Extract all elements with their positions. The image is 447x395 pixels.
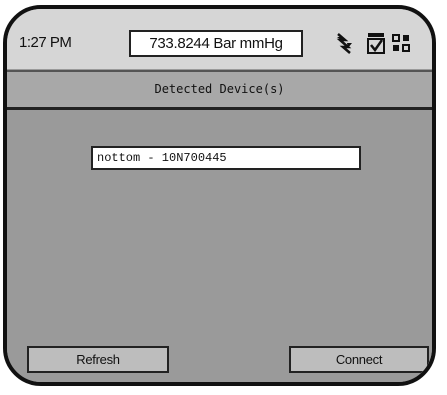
- main-content: nottom - 10N700445 Refresh Connect: [7, 110, 432, 382]
- device-frame: 1:27 PM 733.8244 Bar mmHg Detected Devic…: [3, 5, 436, 386]
- checkmark-icon[interactable]: [365, 31, 387, 55]
- title-bar: Detected Device(s): [7, 70, 432, 110]
- page-title: Detected Device(s): [154, 82, 285, 96]
- pressure-reading: 733.8244 Bar mmHg: [129, 30, 303, 57]
- device-list[interactable]: nottom - 10N700445: [91, 146, 361, 170]
- refresh-button[interactable]: Refresh: [27, 346, 169, 373]
- connect-button[interactable]: Connect: [289, 346, 429, 373]
- list-item[interactable]: nottom - 10N700445: [97, 151, 227, 165]
- clock: 1:27 PM: [19, 34, 72, 51]
- status-bar: 1:27 PM 733.8244 Bar mmHg: [7, 9, 432, 69]
- signal-icon[interactable]: [334, 31, 356, 55]
- battery-icon[interactable]: [391, 31, 413, 55]
